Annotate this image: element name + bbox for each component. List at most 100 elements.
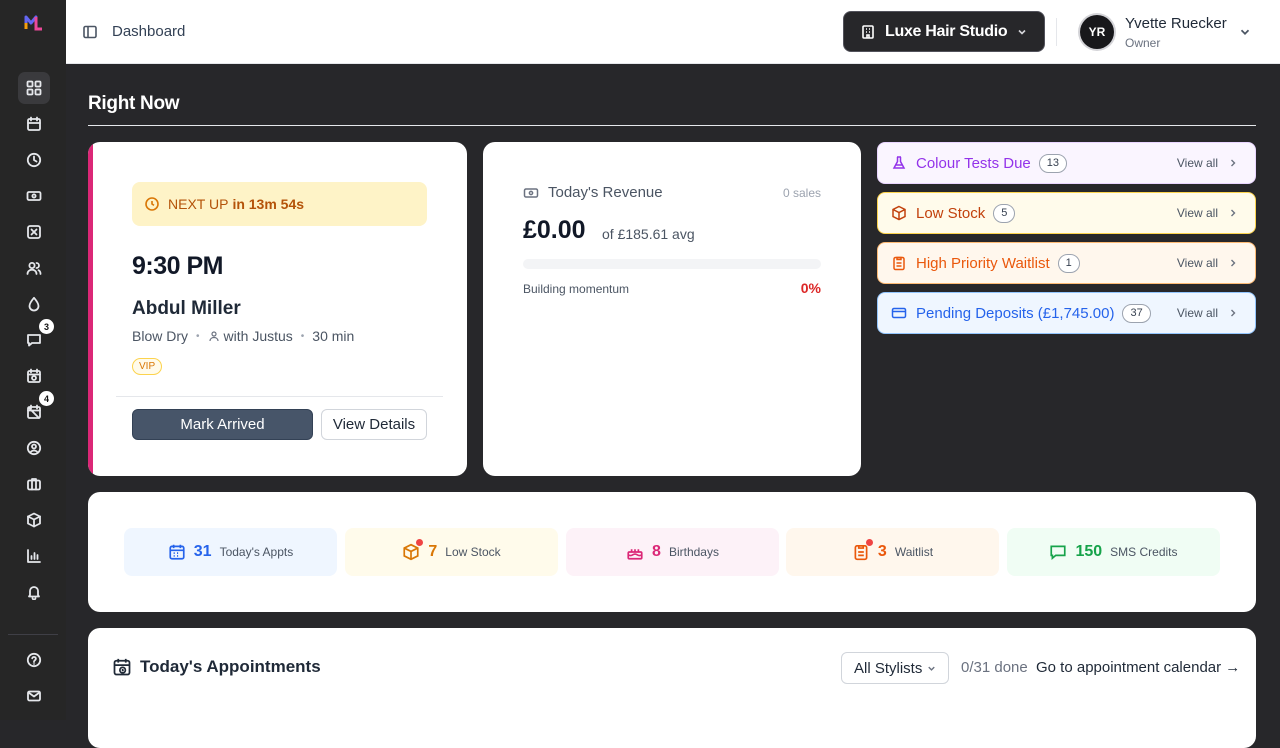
stat-value: 8 (652, 543, 661, 560)
user-icon (208, 331, 219, 342)
next-up-card: NEXT UP in 13m 54s 9:30 PM Abdul Miller B… (88, 142, 467, 476)
nav-mail[interactable] (18, 680, 50, 712)
user-circle-icon (26, 440, 42, 456)
user-menu-chevron-icon[interactable] (1238, 25, 1252, 39)
cash-icon (26, 191, 42, 201)
breadcrumb[interactable]: Dashboard (112, 23, 185, 40)
alert-dot (865, 539, 873, 546)
mark-arrived-button[interactable]: Mark Arrived (132, 409, 313, 440)
stat-birthdays[interactable]: 8 Birthdays (566, 528, 779, 576)
service-name: Blow Dry (132, 328, 189, 344)
nav-voids[interactable] (18, 216, 50, 248)
stat-label: Today's Appts (219, 545, 294, 559)
alert-colour-tests[interactable]: Colour Tests Due 13 View all (877, 142, 1256, 184)
chevron-right-icon (1231, 209, 1236, 217)
mail-icon (27, 690, 41, 702)
clipboard-icon (893, 256, 905, 271)
alert-label: High Priority Waitlist (916, 254, 1050, 272)
user-name[interactable]: Yvette Ruecker (1125, 15, 1227, 32)
app-logo[interactable] (24, 15, 44, 31)
nav-dashboard[interactable] (18, 72, 50, 104)
section-divider (88, 125, 1256, 126)
box-icon (402, 539, 424, 561)
alert-count: 1 (1057, 253, 1080, 273)
sidebar-toggle-icon[interactable] (82, 24, 98, 40)
studio-switcher[interactable]: Luxe Hair Studio (843, 11, 1045, 52)
view-details-button[interactable]: View Details (321, 409, 427, 440)
top-bar: Dashboard Luxe Hair Studio YR Yvette Rue… (66, 0, 1280, 64)
alert-pending-deposits[interactable]: Pending Deposits (£1,745.00) 37 View all (877, 292, 1256, 334)
box-icon (27, 512, 41, 528)
user-role: Owner (1125, 36, 1161, 50)
bar-chart-icon (27, 549, 41, 563)
stat-label: Birthdays (668, 545, 719, 559)
alert-label: Low Stock (916, 204, 986, 222)
view-all-link[interactable]: View all (1177, 156, 1218, 170)
clock-icon (26, 152, 42, 168)
nav-colour[interactable] (18, 288, 50, 320)
calendar-link[interactable]: Go to appointment calendar → (1036, 659, 1240, 676)
studio-name: Luxe Hair Studio (885, 22, 1008, 40)
alert-waitlist[interactable]: High Priority Waitlist 1 View all (877, 242, 1256, 284)
message-icon (1049, 543, 1067, 561)
alert-count: 13 (1038, 153, 1068, 173)
stat-sms-credits[interactable]: 150 SMS Credits (1007, 528, 1220, 576)
users-icon (26, 262, 42, 275)
building-icon (862, 24, 874, 39)
nav-payments[interactable] (18, 180, 50, 212)
stat-value: 31 (193, 543, 212, 560)
stat-label: SMS Credits (1110, 545, 1178, 559)
nav-reports[interactable] (18, 540, 50, 572)
next-up-label: NEXT UP (168, 196, 229, 212)
stat-waitlist[interactable]: 3 Waitlist (786, 528, 999, 576)
nav-notifications[interactable] (18, 576, 50, 608)
appointments-card: Today's Appointments All Stylists 0/31 d… (88, 628, 1256, 748)
stylist-name: with Justus (223, 328, 293, 344)
sales-count: 0 sales (782, 186, 821, 200)
stat-appointments[interactable]: 31 Today's Appts (124, 528, 337, 576)
next-up-accent (88, 142, 93, 476)
stat-label: Low Stock (445, 545, 501, 559)
section-title-right-now: Right Now (88, 93, 180, 114)
nav-calendar[interactable] (18, 108, 50, 140)
revenue-percent: 0% (800, 280, 821, 296)
briefcase-icon (27, 478, 41, 491)
nav-history[interactable] (18, 144, 50, 176)
revenue-status: Building momentum (523, 282, 630, 296)
nav-messages[interactable]: 3 (18, 319, 54, 356)
calendar-off-icon (27, 404, 41, 419)
view-all-link[interactable]: View all (1177, 256, 1218, 270)
nav-services[interactable] (18, 468, 50, 500)
view-all-link[interactable]: View all (1177, 306, 1218, 320)
next-up-banner: NEXT UP in 13m 54s (132, 182, 427, 226)
alert-low-stock[interactable]: Low Stock 5 View all (877, 192, 1256, 234)
alert-count: 5 (993, 203, 1016, 223)
stylist-filter-select[interactable]: All Stylists (841, 652, 949, 684)
nav-reminders[interactable]: 4 (18, 391, 54, 428)
chevron-right-icon (1231, 309, 1236, 317)
nav-inventory[interactable] (18, 504, 50, 536)
alert-count: 37 (1122, 303, 1151, 323)
separator-dot: • (196, 330, 200, 342)
revenue-title: Today's Revenue (548, 184, 663, 201)
vip-badge: VIP (132, 358, 163, 375)
alert-label: Pending Deposits (£1,745.00) (916, 304, 1115, 322)
messages-badge: 3 (39, 319, 54, 334)
duration: 30 min (312, 328, 355, 344)
avatar[interactable]: YR (1080, 15, 1114, 49)
message-icon (27, 334, 41, 347)
nav-schedule[interactable] (18, 360, 50, 392)
calendar-icon (27, 116, 41, 131)
view-all-link[interactable]: View all (1177, 206, 1218, 220)
next-up-countdown: in 13m 54s (232, 196, 305, 212)
stat-low-stock[interactable]: 7 Low Stock (345, 528, 558, 576)
nav-staff[interactable] (18, 432, 50, 464)
revenue-label: Today's Revenue (523, 184, 663, 201)
nav-clients[interactable] (18, 252, 50, 284)
revenue-card: Today's Revenue 0 sales £0.00 of £185.61… (483, 142, 861, 476)
nav-help[interactable] (18, 644, 50, 676)
client-name[interactable]: Abdul Miller (132, 298, 241, 320)
flask-icon (892, 156, 906, 169)
sidebar-divider (8, 634, 58, 635)
appointment-meta: Blow Dry • with Justus • 30 min (132, 328, 354, 344)
